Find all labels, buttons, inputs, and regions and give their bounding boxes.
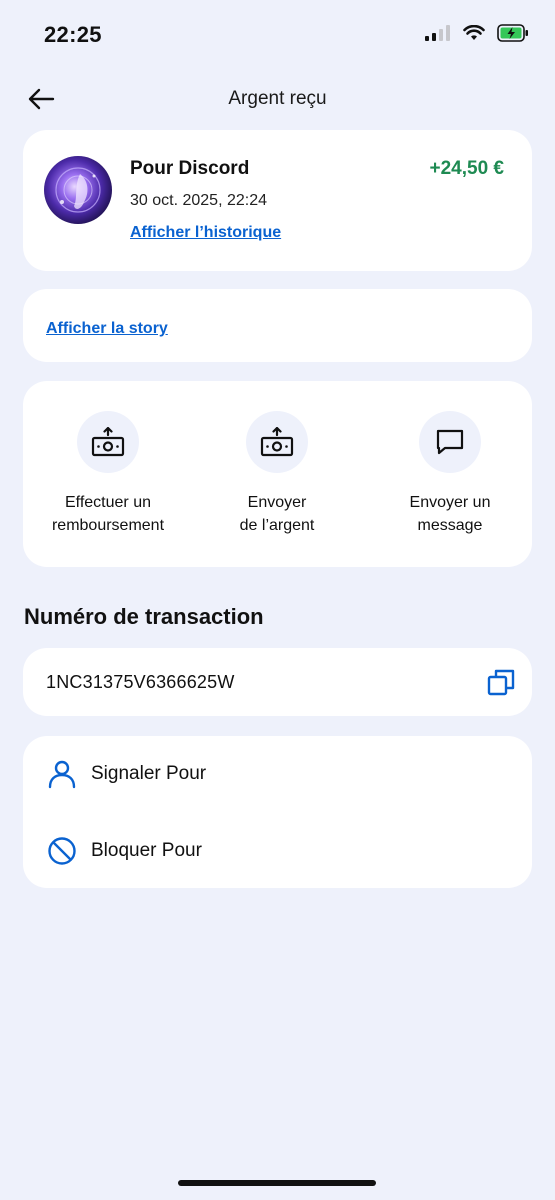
cellular-signal-icon [425, 25, 450, 41]
home-indicator[interactable] [178, 1180, 376, 1186]
status-time: 22:25 [44, 22, 102, 47]
transaction-summary-card: Pour Discord 30 oct. 2025, 22:24 Affiche… [23, 130, 532, 271]
copy-icon [487, 669, 515, 696]
status-icons [425, 24, 529, 42]
wifi-icon [463, 25, 485, 40]
status-bar: 22:25 [0, 0, 555, 70]
option-label: Bloquer Pour [91, 840, 202, 861]
action-icon-circle [246, 411, 308, 473]
action-label: Effectuer un remboursement [51, 494, 165, 534]
page-title: Argent reçu [228, 88, 327, 109]
story-link[interactable]: Afficher la story [46, 320, 168, 338]
money-send-icon [91, 427, 125, 457]
section-title: Numéro de transaction [24, 604, 264, 629]
action-label: Envoyer un message [409, 494, 491, 534]
transaction-number-card: 1NC31375V6366625W [23, 648, 532, 716]
send-message-button[interactable]: Envoyer un message [365, 411, 535, 537]
action-label: Envoyer de l’argent [239, 494, 315, 534]
action-icon-circle [419, 411, 481, 473]
transaction-date: 30 oct. 2025, 22:24 [130, 192, 267, 209]
block-button[interactable]: Bloquer Pour [23, 821, 532, 881]
report-button[interactable]: Signaler Pour [23, 744, 532, 804]
block-icon [48, 837, 76, 865]
avatar [44, 156, 112, 224]
message-bubble-icon [436, 429, 464, 455]
action-icon-circle [77, 411, 139, 473]
money-send-icon [260, 427, 294, 457]
refund-button[interactable]: Effectuer un remboursement [23, 411, 193, 537]
transaction-number: 1NC31375V6366625W [46, 672, 235, 692]
history-link[interactable]: Afficher l’historique [130, 224, 281, 242]
story-card: Afficher la story [23, 289, 532, 362]
options-card: Signaler Pour Bloquer Pour [23, 736, 532, 888]
battery-charging-icon [497, 24, 528, 42]
amount: +24,50 € [429, 158, 505, 179]
user-icon [48, 760, 76, 789]
actions-card: Effectuer un remboursement Envoyer de l’… [23, 381, 532, 567]
send-money-button[interactable]: Envoyer de l’argent [192, 411, 362, 537]
option-label: Signaler Pour [91, 763, 207, 784]
copy-button[interactable] [486, 668, 516, 698]
nav-header: Argent reçu [0, 80, 555, 120]
recipient-name: Pour Discord [130, 158, 250, 179]
